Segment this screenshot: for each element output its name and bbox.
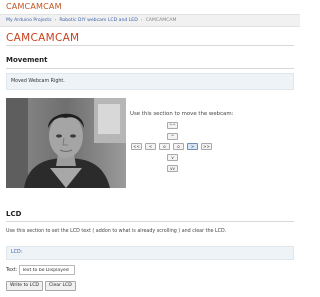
page-title: CAMCAMCAM	[6, 32, 80, 44]
right-fast-button[interactable]: >>	[201, 143, 212, 150]
breadcrumb: My Arduino Projects › Robotic DIY webcam L…	[0, 14, 300, 27]
up-fast-button[interactable]: ^^	[167, 122, 178, 129]
title-divider	[6, 45, 294, 46]
breadcrumb-home[interactable]: My Arduino Projects	[6, 18, 52, 23]
lcd-divider	[6, 221, 294, 222]
lcd-text-input[interactable]	[19, 265, 75, 275]
movement-divider	[6, 68, 294, 69]
center-button[interactable]: o	[159, 143, 170, 150]
breadcrumb-separator: ›	[140, 18, 143, 23]
movement-heading: Movement	[6, 56, 48, 64]
status-message: Moved Webcam Right.	[6, 73, 294, 90]
write-lcd-button[interactable]: Write to LCD	[6, 281, 43, 291]
lcd-heading: LCD	[6, 210, 22, 218]
clear-lcd-button[interactable]: Clear LCD	[45, 281, 76, 291]
text-label: Text:	[6, 268, 18, 273]
lcd-display-label: LCD:	[6, 246, 294, 260]
breadcrumb-project[interactable]: Robotic DIY webcam LCD and LED	[59, 18, 137, 23]
left-fast-button[interactable]: <<	[131, 143, 142, 150]
breadcrumb-separator: ›	[54, 18, 57, 23]
left-button[interactable]: <	[145, 143, 156, 150]
up-button[interactable]: ^	[167, 133, 178, 140]
down-fast-button[interactable]: vv	[167, 165, 178, 172]
breadcrumb-current: CAMCAMCAM	[145, 18, 177, 23]
move-instruction: Use this section to move the webcam:	[130, 111, 234, 117]
webcam-image	[6, 98, 126, 188]
down-button[interactable]: v	[167, 154, 178, 161]
right-button[interactable]: >	[187, 143, 198, 150]
site-title[interactable]: CAMCAMCAM	[6, 2, 62, 11]
lcd-description: Use this section to set the LCD text ( a…	[6, 229, 227, 234]
center-button-alt[interactable]: o	[173, 143, 184, 150]
